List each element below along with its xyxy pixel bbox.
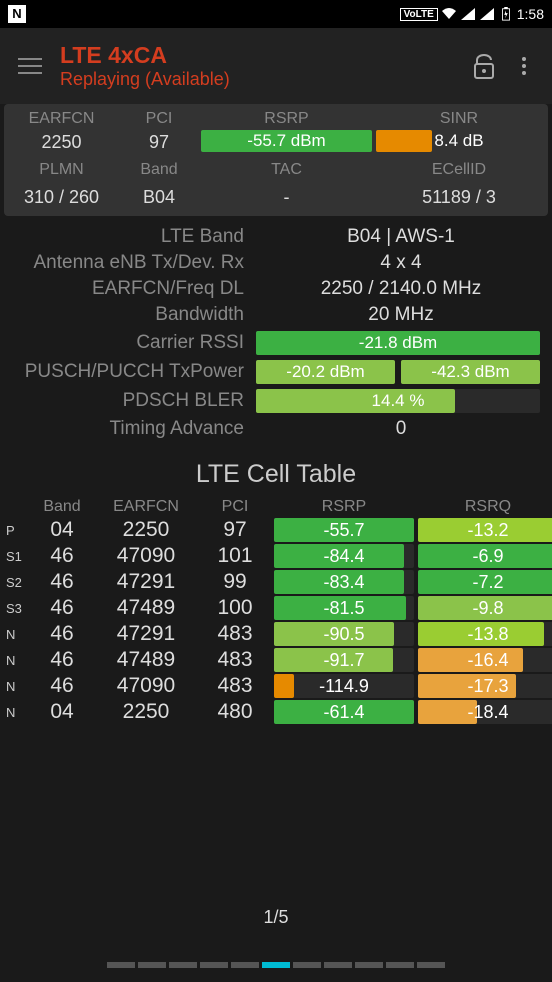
label-timing: Timing Advance [6,418,256,440]
header-earfcn: EARFCN [4,108,119,130]
page-dot[interactable] [169,962,197,968]
battery-charging-icon [498,7,514,21]
signal-icon-1 [460,7,476,21]
page-dot[interactable] [293,962,321,968]
label-carrier-rssi: Carrier RSSI [6,332,256,354]
menu-button[interactable] [8,44,52,88]
rsrp-bar: -55.7 dBm [201,130,372,152]
pucch-bar: -42.3 dBm [401,360,540,384]
page-indicator: 1/5 [0,907,552,928]
cell-table-title: LTE Cell Table [0,460,552,489]
page-dot[interactable] [262,962,290,968]
label-earfcn-freq: EARFCN/Freq DL [6,278,256,300]
page-dot[interactable] [417,962,445,968]
cell-table: Band EARFCN PCI RSRP RSRQ P 04 2250 97 -… [0,497,552,725]
info-panel: EARFCN PCI RSRP SINR 2250 97 -55.7 dBm 8… [4,104,548,216]
page-dot[interactable] [107,962,135,968]
header-plmn: PLMN [4,159,119,181]
pusch-bar: -20.2 dBm [256,360,395,384]
carrier-rssi-bar: -21.8 dBm [256,331,540,355]
value-earfcn: 2250 [4,130,119,155]
table-row: S1 46 47090 101 -84.4 -6.9 [4,543,548,569]
page-dot[interactable] [200,962,228,968]
wifi-icon [441,7,457,21]
page-dot[interactable] [386,962,414,968]
more-button[interactable] [504,46,544,86]
table-row: N 46 47291 483 -90.5 -13.8 [4,621,548,647]
sinr-bar: 8.4 dB [376,130,542,152]
value-earfcn-freq: 2250 / 2140.0 MHz [256,278,546,300]
header-tac: TAC [199,159,374,181]
page-dot[interactable] [231,962,259,968]
status-bar: N VoLTE 1:58 [0,0,552,28]
cell-table-header: Band EARFCN PCI RSRP RSRQ [4,497,548,517]
page-dot[interactable] [355,962,383,968]
page-dots[interactable] [0,962,552,968]
page-title: LTE 4xCA [60,42,464,69]
header-ecellid: ECellID [374,159,544,181]
table-row: N 46 47090 483 -114.9 -17.3 [4,673,548,699]
page-dot[interactable] [138,962,166,968]
label-pdsch: PDSCH BLER [6,390,256,412]
pdsch-bar: 14.4 % [256,389,540,413]
value-ecellid: 51189 / 3 [374,185,544,210]
header-band: Band [119,159,199,181]
header-pci: PCI [119,108,199,130]
clock: 1:58 [517,6,544,22]
notification-icon: N [8,5,26,23]
signal-icon-2 [479,7,495,21]
value-bandwidth: 20 MHz [256,304,546,326]
lock-button[interactable] [464,46,504,86]
header-sinr: SINR [374,108,544,130]
app-bar: LTE 4xCA Replaying (Available) [0,28,552,104]
details-section: LTE Band B04 | AWS-1 Antenna eNB Tx/Dev.… [0,224,552,442]
header-rsrp: RSRP [199,108,374,130]
table-row: N 04 2250 480 -61.4 -18.4 [4,699,548,725]
value-pci: 97 [119,130,199,155]
page-subtitle: Replaying (Available) [60,69,464,90]
label-antenna: Antenna eNB Tx/Dev. Rx [6,252,256,274]
value-timing: 0 [256,418,546,440]
label-bandwidth: Bandwidth [6,304,256,326]
table-row: N 46 47489 483 -91.7 -16.4 [4,647,548,673]
volte-badge: VoLTE [400,8,438,21]
value-plmn: 310 / 260 [4,185,119,210]
value-antenna: 4 x 4 [256,252,546,274]
title-block: LTE 4xCA Replaying (Available) [52,42,464,90]
value-tac: - [199,185,374,210]
value-band: B04 [119,185,199,210]
label-pusch: PUSCH/PUCCH TxPower [6,361,256,383]
label-lte-band: LTE Band [6,226,256,248]
table-row: P 04 2250 97 -55.7 -13.2 [4,517,548,543]
page-dot[interactable] [324,962,352,968]
table-row: S3 46 47489 100 -81.5 -9.8 [4,595,548,621]
table-row: S2 46 47291 99 -83.4 -7.2 [4,569,548,595]
value-lte-band: B04 | AWS-1 [256,226,546,248]
